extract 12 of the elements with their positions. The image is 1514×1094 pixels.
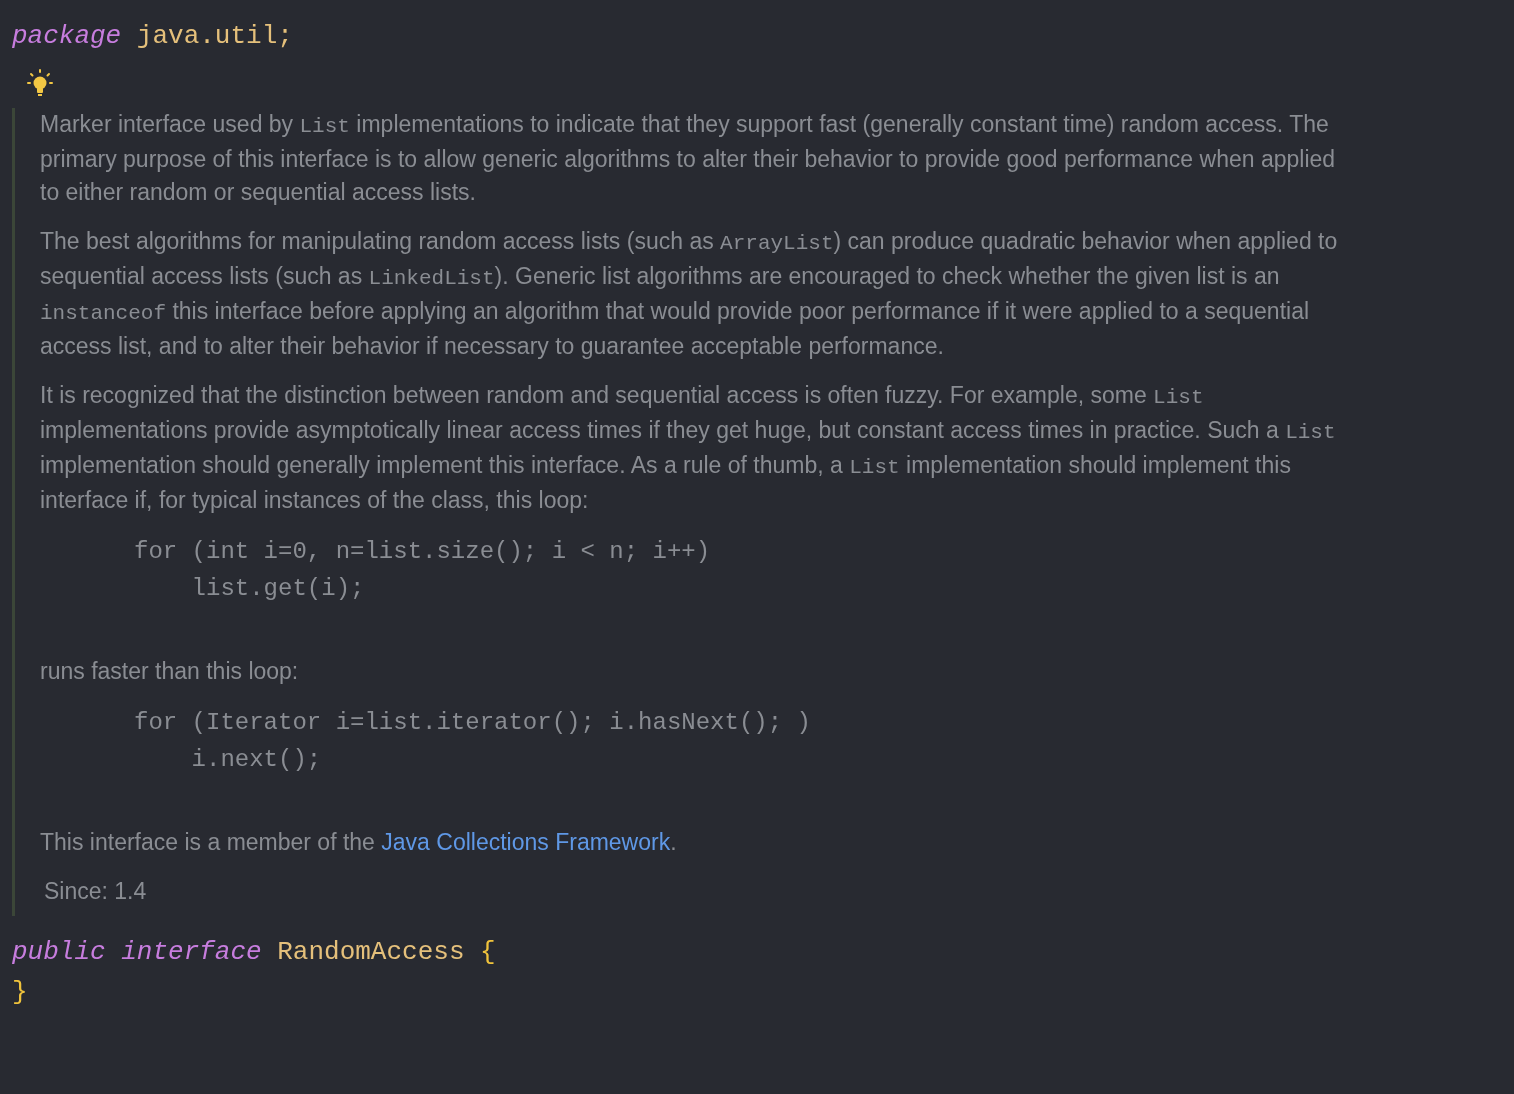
code-line: }: [12, 976, 28, 1009]
since-label: Since: 1.4: [43, 877, 147, 906]
doc-paragraph: It is recognized that the distinction between random and sequential access is often fuzzy. For example, some List implementations provide asymptotically linear access times if they get huge, but constant access times in practice. Such a List implementation should generally implement this interface. As a rule of thumb, a List implementation should implement this interface if, for typical instances of the class, this loop:: [40, 381, 1337, 515]
code-line: public interface RandomAccess {: [12, 936, 496, 969]
doc-paragraph: Marker interface used by List implementations to indicate that they support fast (generally constant time) random access. The primary purpose of this interface is to allow generic algorithms to alter their behavior to provide good performance when applied to either random or sequential access lists.: [40, 110, 1337, 207]
code-example: for (Iterator i=list.iterator(); i.hasNext(); ) i.next();: [133, 708, 811, 775]
documentation-link[interactable]: Java Collections Framework: [381, 829, 671, 855]
code-example: for (int i=0, n=list.size(); i < n; i++) list.get(i);: [133, 537, 711, 604]
doc-paragraph: runs faster than this loop:: [40, 657, 300, 686]
package-declaration: package java.util;: [12, 20, 293, 53]
doc-paragraph: This interface is a member of the Java Collections Framework.: [40, 828, 678, 857]
doc-paragraph: The best algorithms for manipulating random access lists (such as ArrayList) can produce quadratic behavior when applied to sequential access lists (such as LinkedList). Generic list algorithms are encouraged to check whether the given list is an instanceof this interface before applying an algorithm that would provide poor performance if it were applied to a sequential access list, and to alter their behavior if necessary to guarantee acceptable performance.: [40, 227, 1339, 361]
